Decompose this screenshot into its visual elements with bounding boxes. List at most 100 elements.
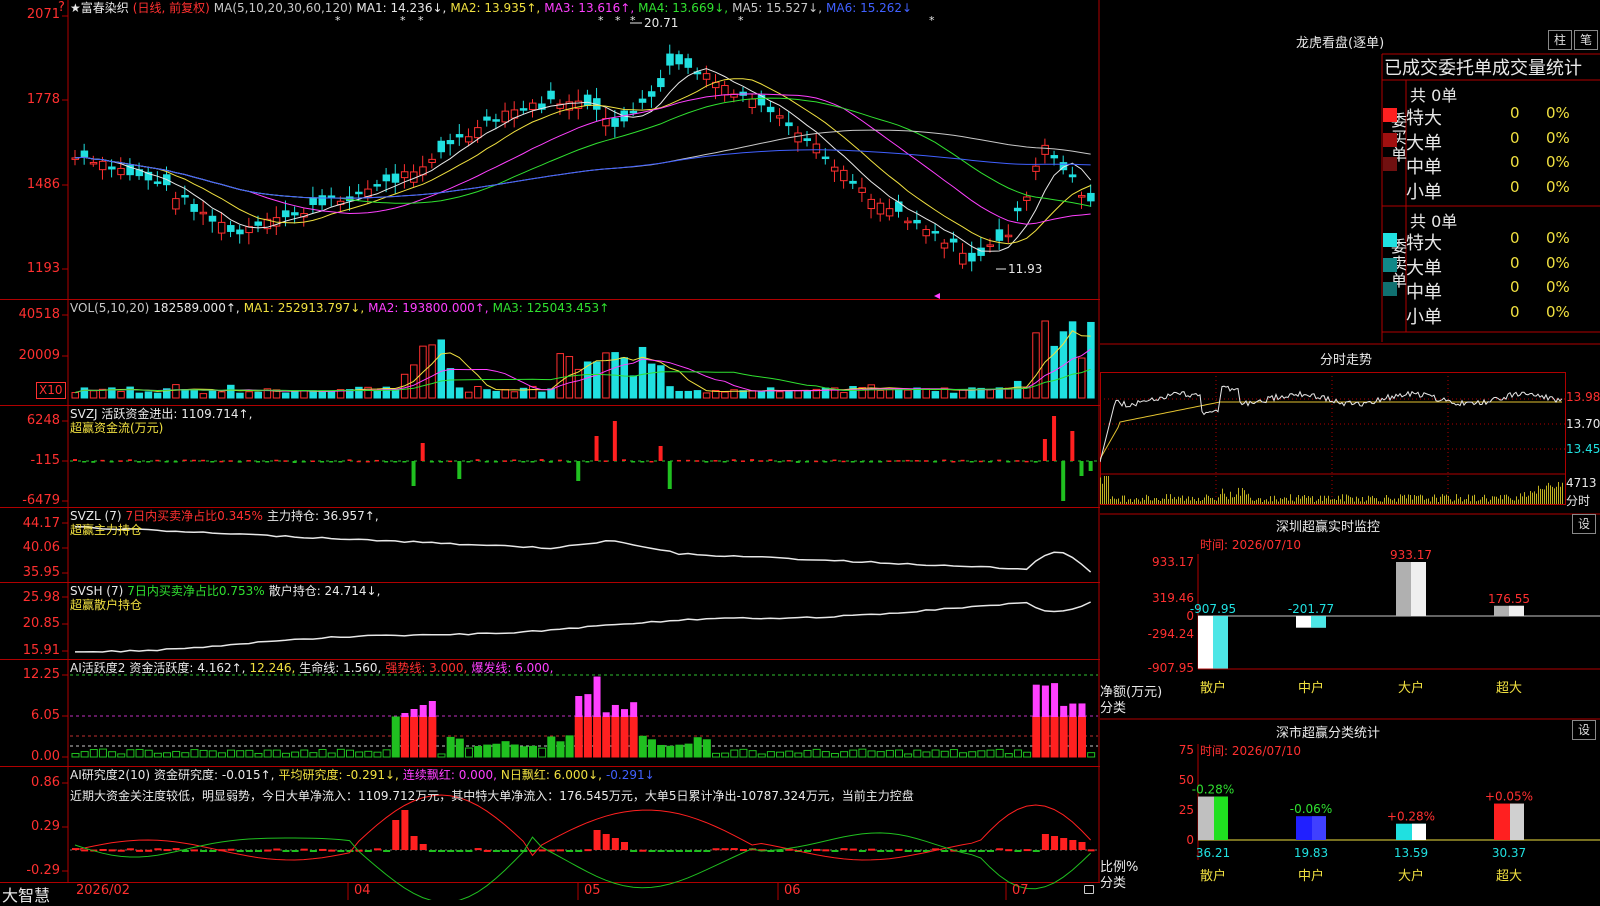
svzj-title[interactable]: SVZJ 活跃资金进出: 1109.714↑,	[70, 407, 252, 421]
main-axis-marker: ?	[58, 0, 65, 15]
favorite-star-icon[interactable]: ★	[70, 1, 81, 15]
ai-activity-header: AI活跃度2 资金活跃度: 4.162↑, 12.246, 生命线: 1.560, 强势…	[70, 661, 561, 675]
dragon-panel-title: 龙虎看盘(逐单)	[1296, 36, 1385, 51]
svzl-y-tick: 35.95	[22, 565, 60, 580]
sz-monitor-bar[interactable]	[1494, 605, 1524, 616]
svzl-panel-header: SVZL (7) 7日内买卖净占比0.345% 主力持仓: 36.957↑,	[70, 509, 383, 523]
volume-bars	[71, 320, 1095, 399]
ai-research-value: -0.291↓	[605, 768, 655, 782]
date-axis-tick: 06	[784, 883, 801, 898]
sell-row-pct: 0%	[1546, 253, 1570, 272]
tick-mode-button[interactable]: 笔	[1574, 30, 1598, 50]
ai-y-tick: 0.00	[31, 749, 60, 764]
date-axis-start: 2026/02	[76, 883, 131, 898]
right-panel: 龙虎看盘(逐单) 柱 笔 已成交委托单成交量统计 委买单 委卖单 共 0单 共 …	[1100, 0, 1600, 900]
high-price-label: 20.71	[644, 16, 678, 30]
svsh-title[interactable]: SVSH (7)	[70, 584, 123, 598]
sz-classify-change-label: -0.06%	[1290, 802, 1332, 816]
event-marker[interactable]: *	[598, 14, 604, 27]
sz-monitor-y-tick: 319.46	[1152, 591, 1194, 605]
vol-unit-badge[interactable]: X10	[36, 382, 66, 399]
sz-classify-bar[interactable]	[1296, 816, 1326, 840]
stock-name[interactable]: 富春染织	[81, 1, 129, 15]
ma-value: MA3: 13.616↑,	[544, 1, 635, 15]
ma-params[interactable]: MA(5,10,20,30,60,120)	[214, 1, 353, 15]
ai-research-title[interactable]: AI研究度2(10)	[70, 768, 150, 782]
sz-monitor-category: 中户	[1298, 680, 1324, 696]
sz-monitor-bar[interactable]	[1198, 616, 1228, 669]
period-label[interactable]: (日线, 前复权)	[133, 1, 210, 15]
sz-classify-change-label: +0.28%	[1387, 810, 1435, 824]
sz-monitor-y-tick: -294.24	[1148, 627, 1194, 641]
sz-classify-bar[interactable]	[1198, 796, 1228, 840]
ai-research-values: 资金研究度: -0.015↑, 平均研究度: -0.291↓, 连续飘红: 0.00…	[154, 768, 659, 782]
svzj-y-tick: 6248	[26, 413, 60, 428]
event-marker[interactable]: *	[400, 14, 406, 27]
y-tick: 1193	[26, 261, 60, 276]
sz-monitor-cat-label: 分类	[1100, 701, 1127, 716]
sz-classify-change-label: -0.28%	[1192, 783, 1234, 797]
sz-classify-bar[interactable]	[1494, 803, 1524, 840]
ai-activity-value: 强势线: 3.000,	[385, 661, 468, 675]
svzl-title[interactable]: SVZL (7)	[70, 509, 122, 523]
event-marker[interactable]: *	[929, 14, 935, 27]
buy-row-pct: 0%	[1546, 104, 1570, 122]
cursor-marker	[934, 293, 940, 299]
svsh-ratio: 7日内买卖净占比0.753%	[127, 584, 265, 598]
sell-row-count: 0	[1510, 229, 1520, 247]
sz-classify-change-label: +0.05%	[1485, 790, 1533, 804]
sz-monitor-category: 大户	[1398, 680, 1424, 696]
y-tick: 1486	[26, 177, 60, 192]
buy-row-label: 大单	[1406, 132, 1442, 154]
sz-monitor-bar[interactable]	[1296, 616, 1326, 628]
sell-row-label: 特大	[1406, 233, 1442, 254]
sz-monitor-value-label: 176.55	[1488, 592, 1530, 606]
ma-value: MA1: 14.236↓,	[356, 1, 447, 15]
moving-average-lines	[74, 68, 1092, 252]
intraday-volume-label: 分时	[1566, 494, 1591, 508]
order-stats-header: 已成交委托单成交量统计	[1384, 58, 1582, 79]
sell-row-count: 0	[1510, 253, 1520, 272]
svsh-y-tick: 25.98	[22, 590, 60, 605]
event-marker[interactable]: *	[335, 14, 341, 27]
bar-mode-button[interactable]: 柱	[1548, 30, 1572, 50]
svsh-y-tick: 20.85	[22, 616, 60, 631]
sz-monitor-value-label: 933.17	[1390, 548, 1432, 562]
sell-row-label: 小单	[1406, 306, 1442, 328]
sz-classify-y-tick: 75	[1179, 743, 1194, 757]
event-marker[interactable]: *	[615, 14, 621, 27]
buy-row-count: 0	[1510, 153, 1520, 171]
vol-title[interactable]: VOL(5,10,20)	[70, 301, 149, 315]
ai-research-value: N日飘红: 6.000↓,	[500, 768, 602, 782]
main-chart-header: ★富春染织 (日线, 前复权) MA(5,10,20,30,60,120) MA1: …	[70, 1, 920, 15]
ai-activity-value: 12.246,	[249, 661, 296, 675]
ai-activity-value: 资金活跃度: 4.162↑,	[129, 661, 246, 675]
sell-swatch	[1383, 306, 1397, 321]
ai-activity-title[interactable]: AI活跃度2	[70, 661, 125, 675]
brand-logo[interactable]: 大智慧	[2, 882, 50, 906]
res-y-tick: 0.29	[31, 819, 60, 834]
low-price-label: 11.93	[1008, 262, 1042, 276]
event-marker[interactable]: *	[418, 14, 424, 27]
sell-row-pct: 0%	[1546, 278, 1570, 296]
buy-row-pct: 0%	[1546, 177, 1570, 196]
ma-value: MA6: 15.262↓	[826, 1, 913, 15]
sz-monitor-bar[interactable]	[1396, 562, 1426, 616]
intraday-chart[interactable]	[1100, 364, 1600, 514]
event-marker[interactable]: *	[738, 14, 744, 27]
res-y-tick: 0.86	[31, 775, 60, 790]
ai-activity-bars	[71, 676, 1096, 758]
sz-monitor-y-tick: 933.17	[1152, 555, 1194, 569]
sz-classify-bar[interactable]	[1396, 823, 1426, 840]
ai-research-comment: 近期大资金关注度较低，明显弱势，今日大单净流入：1109.712万元，其中特大单…	[70, 789, 914, 803]
svzl-subtitle: 超赢主力持仓	[70, 523, 143, 537]
lock-icon[interactable]	[1084, 885, 1094, 894]
intraday-average-line	[1100, 401, 1562, 460]
sell-row-count: 0	[1510, 302, 1520, 321]
sz-classify-chart: 7550250-0.28%36.21散户-0.06%19.83中户+0.28%1…	[1179, 743, 1600, 884]
sz-classify-category: 散户	[1200, 868, 1226, 884]
event-marker[interactable]: *	[630, 14, 636, 27]
svzj-y-tick: -6479	[22, 493, 60, 508]
svzj-panel-header: SVZJ 活跃资金进出: 1109.714↑,	[70, 407, 256, 421]
kline-chart-area[interactable]: * * * * * * * * 20.71 11.93	[0, 0, 1100, 900]
